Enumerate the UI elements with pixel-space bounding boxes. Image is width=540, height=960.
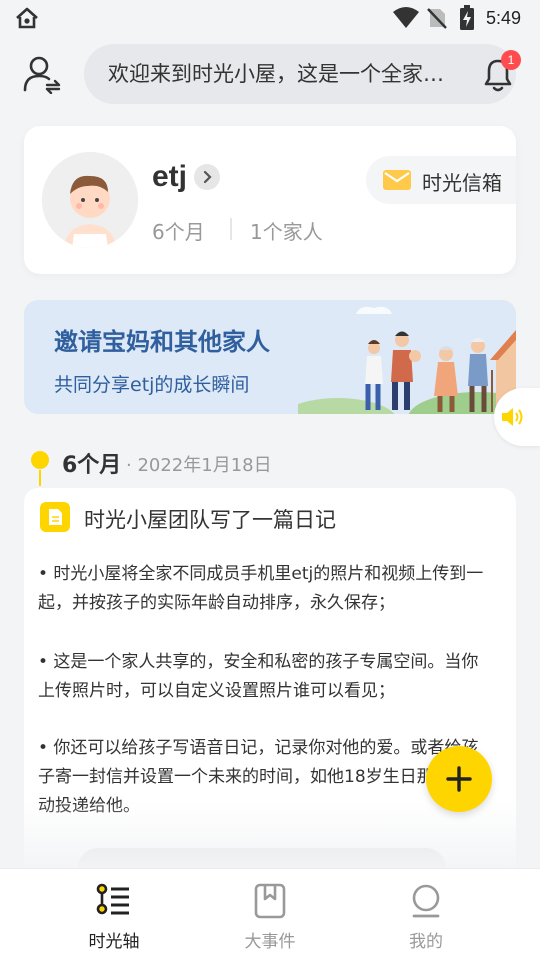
invite-subtitle: 共同分享etj的成长瞬间 (54, 374, 250, 396)
nav-item-timeline[interactable]: 时光轴 (54, 869, 174, 960)
timeline-date: · 2022年1月18日 (126, 455, 272, 476)
add-record-button[interactable] (426, 746, 492, 812)
audio-play-tab[interactable] (494, 388, 540, 446)
diary-paragraph: • 时光小屋将全家不同成员手机里etj的照片和视频上传到一起，并按孩子的实际年龄… (38, 564, 484, 613)
nav-label: 大事件 (244, 932, 296, 952)
battery-charging-icon (460, 5, 474, 30)
nav-item-me[interactable]: 我的 (366, 869, 486, 960)
home-launcher-icon (16, 7, 38, 29)
baby-avatar-icon (42, 152, 138, 248)
profile-icon (412, 884, 440, 918)
top-header: 欢迎来到时光小屋，这是一个全家共享的空间 1 (0, 36, 540, 116)
clock: 5:49 (486, 8, 522, 28)
child-avatar[interactable] (42, 152, 138, 248)
divider (230, 218, 232, 240)
timeline-dot (31, 451, 49, 469)
plus-icon (446, 766, 472, 792)
timeline-age: 6个月 (62, 453, 122, 478)
notification-badge: 1 (501, 50, 521, 70)
mailbox-label: 时光信箱 (422, 171, 502, 195)
nav-label: 时光轴 (88, 932, 140, 952)
child-name[interactable]: etj (152, 160, 187, 194)
family-switch-icon[interactable] (22, 54, 62, 94)
child-age: 6个月 (152, 220, 205, 244)
diary-heading: 时光小屋团队写了一篇日记 (84, 508, 336, 532)
nav-item-events[interactable]: 大事件 (210, 869, 330, 960)
wifi-icon (393, 7, 419, 28)
status-bar: 5:49 (0, 0, 540, 36)
no-sim-icon (427, 8, 447, 29)
time-mailbox-button[interactable]: 时光信箱 (366, 156, 516, 204)
invite-family-banner[interactable]: 邀请宝妈和其他家人 共同分享etj的成长瞬间 (24, 300, 516, 414)
bottom-navigation: 时光轴 大事件 我的 (0, 868, 540, 960)
nav-label: 我的 (409, 932, 443, 952)
envelope-icon (383, 170, 411, 190)
family-member-count[interactable]: 1个家人 (250, 216, 323, 245)
timeline-icon (96, 883, 129, 915)
document-icon (40, 502, 70, 532)
speaker-icon (502, 408, 523, 426)
diary-paragraph: • 这是一个家人共享的，安全和私密的孩子专属空间。当你上传照片时，可以自定义设置… (38, 652, 479, 701)
profile-chevron-icon[interactable] (194, 164, 220, 190)
family-illustration (298, 306, 516, 414)
welcome-message-bar[interactable]: 欢迎来到时光小屋，这是一个全家共享的空间 (84, 44, 516, 104)
child-profile-card[interactable]: etj 6个月 1个家人 时光信箱 (24, 126, 516, 274)
timeline-line (39, 470, 41, 486)
invite-title: 邀请宝妈和其他家人 (54, 328, 270, 356)
bookmark-book-icon (254, 883, 286, 919)
